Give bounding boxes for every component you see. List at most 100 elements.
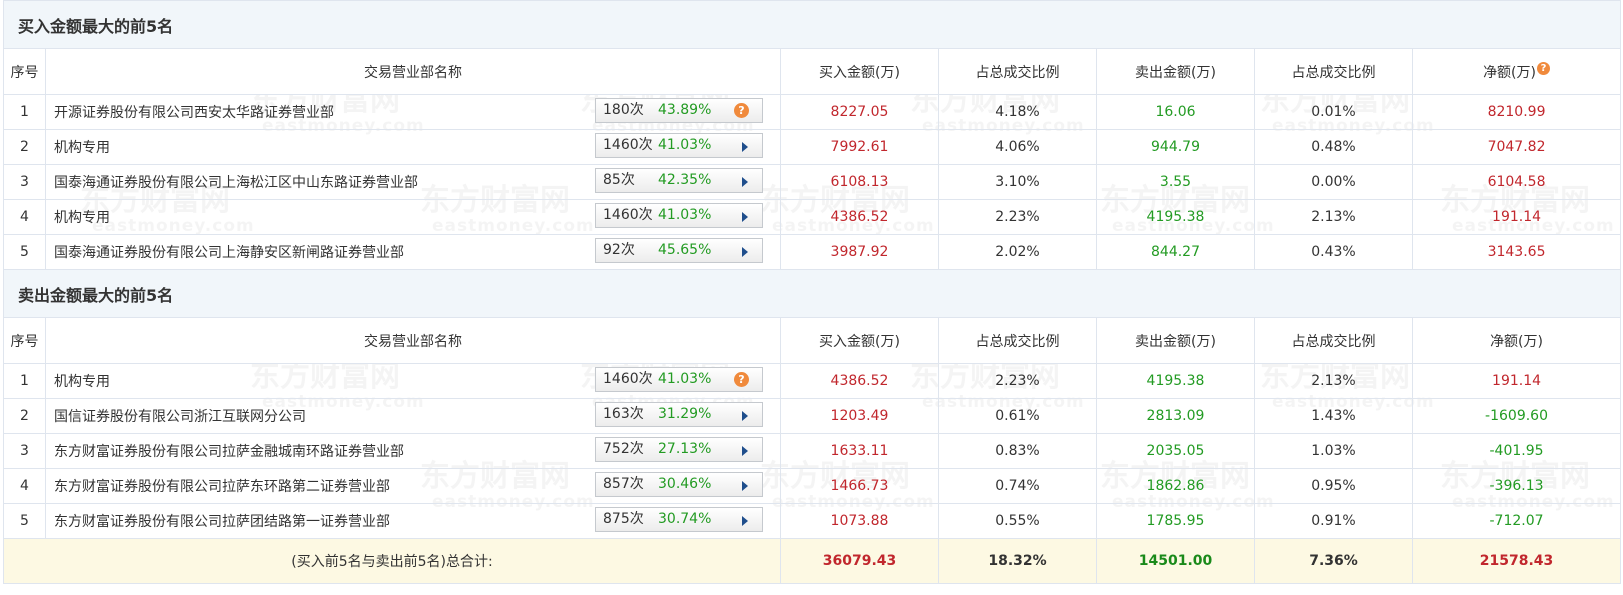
listing-count: 163次 [603, 406, 644, 422]
play-arrow-icon[interactable] [742, 411, 748, 421]
question-circle-icon[interactable]: ? [734, 372, 749, 387]
table-row: 4 机构专用 1460次 41.03% 4386.52 2.23% 4195.38 2.13%… [3, 199, 1622, 235]
total-buy-ratio: 18.32% [938, 538, 1097, 584]
broker-name-link[interactable]: 东方财富证券股份有限公司拉萨团结路第一证券营业部 [54, 511, 390, 531]
broker-name-link[interactable]: 东方财富证券股份有限公司拉萨东环路第二证券营业部 [54, 476, 390, 496]
total-net-amount: 21578.43 [1411, 538, 1622, 584]
table-row: 3 东方财富证券股份有限公司拉萨金融城南环路证券营业部 752次 27.13% 1633… [3, 433, 1622, 469]
broker-name-link[interactable]: 机构专用 [54, 137, 110, 157]
rank-cell: 5 [3, 503, 46, 539]
buy-amount-cell: 6108.13 [780, 164, 939, 200]
sell-ratio-cell: 2.13% [1254, 199, 1413, 235]
play-arrow-icon[interactable] [742, 212, 748, 222]
buy-section-header: 买入金额最大的前5名 [2, 0, 1622, 49]
play-arrow-icon[interactable] [742, 247, 748, 257]
sell-amount-cell: 844.27 [1096, 234, 1255, 270]
rank-cell: 4 [3, 468, 46, 504]
net-amount-cell: 3143.65 [1411, 234, 1622, 270]
table-row: 1 机构专用 1460次 41.03%? 4386.52 2.23% 4195.38 2.13… [3, 363, 1622, 399]
success-rate: 30.46% [658, 476, 712, 492]
broker-name-link[interactable]: 东方财富证券股份有限公司拉萨金融城南环路证券营业部 [54, 441, 404, 461]
broker-cell: 机构专用 1460次 41.03%? [45, 363, 781, 399]
broker-stats-button[interactable]: 1460次 41.03% [595, 203, 763, 228]
broker-cell: 东方财富证券股份有限公司拉萨团结路第一证券营业部 875次 30.74% [45, 503, 781, 539]
listing-count: 1460次 [603, 371, 653, 387]
play-arrow-icon[interactable] [742, 446, 748, 456]
broker-name-link[interactable]: 机构专用 [54, 371, 110, 391]
listing-count: 92次 [603, 242, 635, 258]
listing-count: 875次 [603, 511, 644, 527]
buy-amount-cell: 1203.49 [780, 398, 939, 434]
table-row: 2 机构专用 1460次 41.03% 7992.61 4.06% 944.79 0.48% 7… [3, 129, 1622, 165]
table-row: 4 东方财富证券股份有限公司拉萨东环路第二证券营业部 857次 30.46% 1466.… [3, 468, 1622, 504]
net-amount-cell: 191.14 [1411, 363, 1622, 399]
broker-stats-button[interactable]: 163次 31.29% [595, 402, 763, 427]
broker-stats-button[interactable]: 1460次 41.03% [595, 133, 763, 158]
net-amount-cell: -1609.60 [1411, 398, 1622, 434]
buy-ratio-cell: 0.61% [938, 398, 1097, 434]
play-arrow-icon[interactable] [742, 516, 748, 526]
table-row: 5 国泰海通证券股份有限公司上海静安区新闸路证券营业部 92次 45.65% 3987.… [3, 234, 1622, 270]
success-rate: 43.89% [658, 102, 712, 118]
broker-cell: 开源证券股份有限公司西安太华路证券营业部 180次 43.89%? [45, 94, 781, 130]
broker-stats-button[interactable]: 752次 27.13% [595, 437, 763, 462]
sell-ratio-cell: 0.01% [1254, 94, 1413, 130]
sell-ratio-cell: 0.91% [1254, 503, 1413, 539]
buy-ratio-cell: 0.74% [938, 468, 1097, 504]
buy-amount-cell: 7992.61 [780, 129, 939, 165]
buy-column-headers: 序号 交易营业部名称 买入金额(万) 占总成交比例 卖出金额(万) 占总成交比例… [3, 48, 1622, 95]
dragon-tiger-table: 买入金额最大的前5名 序号 交易营业部名称 买入金额(万) 占总成交比例 卖出金… [2, 0, 1622, 584]
column-header-sell-amount: 卖出金额(万) [1096, 48, 1255, 95]
broker-name-link[interactable]: 国信证券股份有限公司浙江互联网分公司 [54, 406, 306, 426]
broker-name-link[interactable]: 机构专用 [54, 207, 110, 227]
table-row: 5 东方财富证券股份有限公司拉萨团结路第一证券营业部 875次 30.74% 1073.… [3, 503, 1622, 539]
buy-amount-cell: 4386.52 [780, 199, 939, 235]
listing-count: 857次 [603, 476, 644, 492]
broker-cell: 东方财富证券股份有限公司拉萨金融城南环路证券营业部 752次 27.13% [45, 433, 781, 469]
play-arrow-icon[interactable] [742, 177, 748, 187]
broker-name-link[interactable]: 国泰海通证券股份有限公司上海松江区中山东路证券营业部 [54, 172, 418, 192]
broker-name-link[interactable]: 开源证券股份有限公司西安太华路证券营业部 [54, 102, 334, 122]
column-header-buy-ratio: 占总成交比例 [938, 48, 1097, 95]
net-amount-cell: -712.07 [1411, 503, 1622, 539]
play-arrow-icon[interactable] [742, 142, 748, 152]
column-header-net-amount: 净额(万) [1411, 317, 1622, 364]
question-circle-icon[interactable]: ? [1537, 61, 1550, 75]
success-rate: 45.65% [658, 242, 712, 258]
play-arrow-icon[interactable] [742, 481, 748, 491]
column-header-sell-ratio: 占总成交比例 [1254, 48, 1413, 95]
sell-ratio-cell: 0.48% [1254, 129, 1413, 165]
question-circle-icon[interactable]: ? [734, 103, 749, 118]
sell-column-headers: 序号 交易营业部名称 买入金额(万) 占总成交比例 卖出金额(万) 占总成交比例… [3, 317, 1622, 364]
rank-cell: 1 [3, 94, 46, 130]
broker-stats-button[interactable]: 857次 30.46% [595, 472, 763, 497]
success-rate: 27.13% [658, 441, 712, 457]
buy-ratio-cell: 2.23% [938, 363, 1097, 399]
broker-stats-button[interactable]: 92次 45.65% [595, 238, 763, 263]
rank-cell: 1 [3, 363, 46, 399]
column-header-net-amount: 净额(万)? [1411, 48, 1622, 95]
broker-stats-button[interactable]: 180次 43.89%? [595, 98, 763, 123]
table-row: 2 国信证券股份有限公司浙江互联网分公司 163次 31.29% 1203.49 0.61… [3, 398, 1622, 434]
column-header-sell-ratio: 占总成交比例 [1254, 317, 1413, 364]
buy-amount-cell: 8227.05 [780, 94, 939, 130]
buy-amount-cell: 1633.11 [780, 433, 939, 469]
success-rate: 30.74% [658, 511, 712, 527]
listing-count: 180次 [603, 102, 644, 118]
broker-stats-button[interactable]: 85次 42.35% [595, 168, 763, 193]
buy-ratio-cell: 4.06% [938, 129, 1097, 165]
rank-cell: 2 [3, 129, 46, 165]
column-header-rank: 序号 [3, 317, 46, 364]
broker-name-link[interactable]: 国泰海通证券股份有限公司上海静安区新闸路证券营业部 [54, 242, 404, 262]
column-header-sell-amount: 卖出金额(万) [1096, 317, 1255, 364]
success-rate: 41.03% [658, 137, 712, 153]
sell-ratio-cell: 0.95% [1254, 468, 1413, 504]
buy-ratio-cell: 2.23% [938, 199, 1097, 235]
sell-amount-cell: 3.55 [1096, 164, 1255, 200]
total-sell-amount: 14501.00 [1096, 538, 1255, 584]
broker-stats-button[interactable]: 875次 30.74% [595, 507, 763, 532]
buy-amount-cell: 3987.92 [780, 234, 939, 270]
broker-stats-button[interactable]: 1460次 41.03%? [595, 367, 763, 392]
success-rate: 41.03% [658, 371, 712, 387]
sell-ratio-cell: 2.13% [1254, 363, 1413, 399]
